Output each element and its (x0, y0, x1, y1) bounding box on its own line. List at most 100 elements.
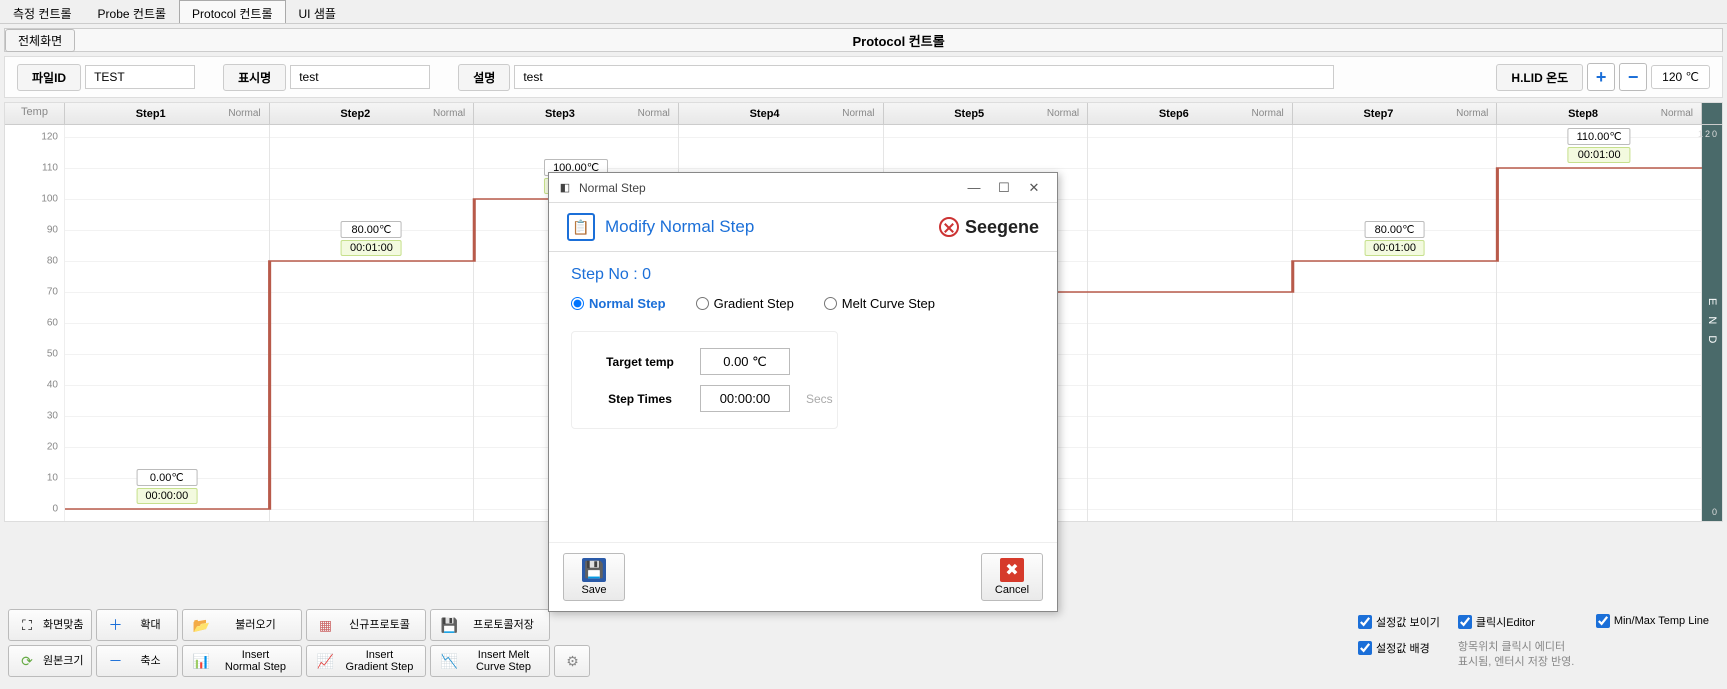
melt-icon: 📉 (439, 651, 459, 671)
file-id-input[interactable] (85, 65, 195, 89)
tab-measure[interactable]: 측정 컨트롤 (0, 0, 85, 23)
insert-normal-step-button[interactable]: 📊Insert Normal Step (182, 645, 302, 677)
gear-icon: ⚙ (563, 651, 581, 671)
step-header-3[interactable]: Step3Normal (474, 103, 679, 124)
end-column: 120 E N D 0 (1702, 125, 1722, 521)
display-options: 설정값 보이기 설정값 배경 클릭시Editor 항목위치 클릭시 에디터 표시… (1358, 614, 1709, 669)
click-editor-checkbox[interactable]: 클릭시Editor (1458, 614, 1578, 630)
dialog-titlebar[interactable]: ◧ Normal Step ― ☐ ✕ (549, 173, 1057, 203)
y-tick: 20 (47, 442, 58, 453)
bg-checkbox[interactable]: 설정값 배경 (1358, 640, 1440, 656)
minmax-line-checkbox[interactable]: Min/Max Temp Line (1596, 614, 1709, 628)
description-input[interactable] (514, 65, 1334, 89)
temp-value: 110.00℃ (1568, 128, 1631, 145)
display-name-input[interactable] (290, 65, 430, 89)
save-icon: 💾 (439, 615, 459, 635)
fit-icon: ⛶ (17, 615, 37, 635)
y-tick: 10 (47, 473, 58, 484)
step-value-tag[interactable]: 80.00℃00:01:00 (1364, 221, 1425, 256)
minimize-button[interactable]: ― (959, 177, 989, 199)
step-header-1[interactable]: Step1Normal (65, 103, 270, 124)
bottom-toolbar: ⛶화면맞춤 ＋확대 📂불러오기 ▦신규프로토콜 💾프로토콜저장 ⟳원본크기 －축… (8, 609, 1719, 681)
radio-gradient-step[interactable]: Gradient Step (696, 296, 794, 311)
fit-screen-button[interactable]: ⛶화면맞춤 (8, 609, 92, 641)
step-header-4[interactable]: Step4Normal (679, 103, 884, 124)
y-tick: 120 (41, 132, 58, 143)
y-tick: 80 (47, 256, 58, 267)
original-size-button[interactable]: ⟳원본크기 (8, 645, 92, 677)
new-protocol-button[interactable]: ▦신규프로토콜 (306, 609, 426, 641)
plot-column-8[interactable]: 110.00℃00:01:00 (1497, 125, 1702, 521)
dialog-app-icon: ◧ (557, 180, 573, 196)
step-times-unit: Secs (806, 392, 833, 406)
step-type-radios: Normal Step Gradient Step Melt Curve Ste… (571, 296, 1035, 311)
temp-value: 0.00℃ (136, 469, 197, 486)
cancel-icon: ✖ (1000, 558, 1024, 582)
hlid-minus-button[interactable]: − (1619, 63, 1647, 91)
plot-column-6[interactable] (1088, 125, 1293, 521)
top-tab-bar: 측정 컨트롤 Probe 컨트롤 Protocol 컨트롤 UI 샘플 (0, 0, 1727, 24)
target-temp-input[interactable] (700, 348, 790, 375)
hlid-temp-value: 120 ℃ (1651, 65, 1710, 89)
close-button[interactable]: ✕ (1019, 177, 1049, 199)
target-temp-label: Target temp (590, 349, 690, 375)
y-tick: 100 (41, 194, 58, 205)
y-tick: 70 (47, 287, 58, 298)
step-header-8[interactable]: Step8Normal (1497, 103, 1702, 124)
help-note: 항목위치 클릭시 에디터 표시됨, 엔터시 저장 반영. (1458, 640, 1578, 669)
y-tick: 30 (47, 411, 58, 422)
hlid-temp-label: H.LID 온도 (1496, 64, 1583, 91)
temp-header: Temp (5, 103, 65, 124)
fullscreen-button[interactable]: 전체화면 (5, 29, 75, 52)
save-icon: 💾 (582, 558, 606, 582)
dialog-window-title: Normal Step (579, 181, 646, 195)
normal-step-dialog: ◧ Normal Step ― ☐ ✕ 📋 Modify Normal Step… (548, 172, 1058, 612)
step-header-2[interactable]: Step2Normal (270, 103, 475, 124)
y-tick: 60 (47, 318, 58, 329)
load-button[interactable]: 📂불러오기 (182, 609, 302, 641)
brand-logo: Seegene (939, 217, 1039, 238)
plot-column-7[interactable]: 80.00℃00:01:00 (1293, 125, 1498, 521)
step-value-tag[interactable]: 0.00℃00:00:00 (136, 469, 197, 504)
step-header-5[interactable]: Step5Normal (884, 103, 1089, 124)
description-label: 설명 (458, 64, 510, 91)
maximize-button[interactable]: ☐ (989, 177, 1019, 199)
step-value-tag[interactable]: 110.00℃00:01:00 (1568, 128, 1631, 163)
hlid-plus-button[interactable]: + (1587, 63, 1615, 91)
header-fields: 파일ID 표시명 설명 H.LID 온도 + − 120 ℃ (4, 56, 1723, 98)
settings-button[interactable]: ⚙ (554, 645, 590, 677)
cancel-button[interactable]: ✖ Cancel (981, 553, 1043, 601)
save-button[interactable]: 💾 Save (563, 553, 625, 601)
save-protocol-button[interactable]: 💾프로토콜저장 (430, 609, 550, 641)
display-name-label: 표시명 (223, 64, 286, 91)
tab-protocol[interactable]: Protocol 컨트롤 (179, 0, 285, 23)
show-values-checkbox[interactable]: 설정값 보이기 (1358, 614, 1440, 630)
zoom-out-button[interactable]: －축소 (96, 645, 178, 677)
step-no-label: Step No : 0 (571, 266, 1035, 284)
tab-ui-sample[interactable]: UI 샘플 (286, 0, 349, 23)
plot-column-1[interactable]: 0.00℃00:00:00 (65, 125, 270, 521)
step-header-6[interactable]: Step6Normal (1088, 103, 1293, 124)
plot-column-2[interactable]: 80.00℃00:01:00 (270, 125, 475, 521)
radio-normal-step[interactable]: Normal Step (571, 296, 666, 311)
seegene-icon (939, 217, 959, 237)
step-header-row: Temp Step1Normal Step2Normal Step3Normal… (5, 103, 1722, 125)
step-times-input[interactable] (700, 385, 790, 412)
temp-value: 80.00℃ (341, 221, 402, 238)
file-id-label: 파일ID (17, 64, 81, 91)
insert-gradient-step-button[interactable]: 📈Insert Gradient Step (306, 645, 426, 677)
dialog-title: Modify Normal Step (605, 217, 754, 237)
temp-value: 80.00℃ (1364, 221, 1425, 238)
end-header (1702, 103, 1722, 124)
plus-icon: ＋ (105, 615, 125, 635)
title-row: 전체화면 Protocol 컨트롤 (4, 28, 1723, 52)
zoom-in-button[interactable]: ＋확대 (96, 609, 178, 641)
insert-melt-curve-step-button[interactable]: 📉Insert Melt Curve Step (430, 645, 550, 677)
page-title: Protocol 컨트롤 (75, 31, 1722, 50)
step-value-tag[interactable]: 80.00℃00:01:00 (341, 221, 402, 256)
step-times-label: Step Times (590, 386, 690, 412)
radio-melt-curve-step[interactable]: Melt Curve Step (824, 296, 935, 311)
y-tick: 0 (52, 504, 58, 515)
step-header-7[interactable]: Step7Normal (1293, 103, 1498, 124)
tab-probe[interactable]: Probe 컨트롤 (85, 0, 179, 23)
